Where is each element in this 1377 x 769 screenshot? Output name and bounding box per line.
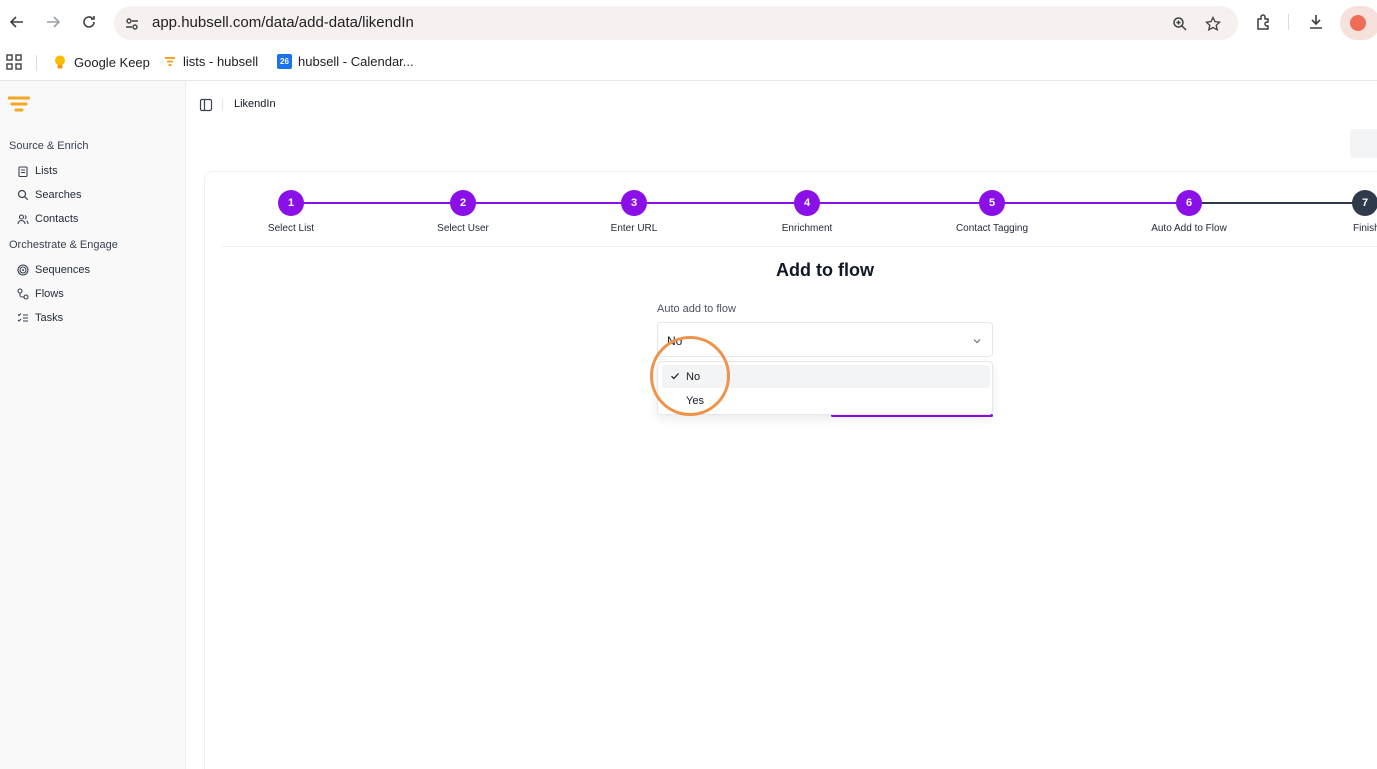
arrow-left-icon	[9, 16, 23, 28]
step-4-label: Enrichment	[781, 223, 833, 234]
search-icon	[17, 189, 29, 201]
section-title-source-enrich: Source & Enrich	[9, 140, 89, 152]
calendar-icon: 26	[277, 54, 292, 69]
bookmark-google-keep[interactable]: Google Keep	[52, 54, 150, 70]
step-7-label: Finish	[1353, 223, 1377, 234]
bookmarks-separator	[36, 55, 37, 71]
toolbar-separator	[1288, 14, 1289, 30]
zoom-icon[interactable]	[1171, 15, 1189, 33]
sidebar-item-tasks[interactable]: Tasks	[17, 312, 63, 324]
browser-toolbar: app.hubsell.com/data/add-data/likendIn	[0, 0, 1377, 44]
arrow-right-icon	[47, 16, 61, 28]
bookmark-hubsell-calendar[interactable]: 26 hubsell - Calendar...	[277, 54, 414, 69]
step-1-label: Select List	[267, 223, 315, 234]
step-2-label: Select User	[437, 223, 489, 234]
check-icon	[671, 373, 679, 380]
auto-add-flow-select[interactable]: No	[657, 322, 993, 357]
page-title: Add to flow	[776, 260, 874, 280]
downloads-icon[interactable]	[1306, 12, 1326, 32]
step-4-circle[interactable]: 4	[794, 190, 820, 216]
step-5-label: Contact Tagging	[955, 223, 1029, 234]
auto-add-flow-label: Auto add to flow	[657, 303, 736, 315]
keep-bulb-icon	[55, 55, 65, 69]
sidebar-item-searches[interactable]: Searches	[17, 189, 81, 201]
profile-button[interactable]	[1340, 6, 1377, 40]
sidebar-item-contacts[interactable]: Contacts	[17, 213, 78, 225]
site-settings-icon[interactable]	[123, 15, 141, 33]
avatar	[1350, 15, 1366, 31]
clipboard-icon	[18, 166, 28, 177]
header-action-button[interactable]	[1350, 129, 1377, 158]
forward-button[interactable]	[43, 12, 63, 32]
sidebar-toggle-icon[interactable]	[199, 98, 213, 112]
reload-icon	[83, 16, 95, 28]
sidebar-item-flows[interactable]: Flows	[17, 288, 64, 300]
step-6-circle[interactable]: 6	[1176, 190, 1202, 216]
bookmarks-bar: Google Keep lists - hubsell 26 hubsell -…	[0, 44, 1377, 81]
apps-grid-icon[interactable]	[6, 54, 22, 70]
stepper-progress-line	[291, 202, 1189, 204]
breadcrumb-separator	[222, 99, 223, 111]
extensions-icon[interactable]	[1254, 12, 1274, 32]
tasks-icon	[17, 313, 28, 322]
url-text[interactable]: app.hubsell.com/data/add-data/likendIn	[152, 14, 414, 31]
sidebar-item-lists[interactable]: Lists	[17, 165, 58, 177]
bookmark-star-icon[interactable]	[1204, 15, 1222, 33]
sidebar: Source & Enrich Lists Searches Contacts …	[0, 81, 186, 769]
dropdown-menu: No Yes	[657, 361, 993, 415]
breadcrumb[interactable]: LikendIn	[234, 98, 276, 110]
stepper-remaining-line	[1189, 202, 1377, 204]
step-7-circle[interactable]: 7	[1352, 190, 1377, 216]
option-no[interactable]: No	[662, 365, 990, 388]
back-button[interactable]	[7, 12, 27, 32]
flow-icon	[17, 288, 29, 300]
select-value: No	[667, 334, 683, 348]
step-2-circle[interactable]: 2	[450, 190, 476, 216]
step-3-label: Enter URL	[610, 223, 658, 234]
chevron-down-icon	[973, 339, 981, 344]
step-1-circle[interactable]: 1	[278, 190, 304, 216]
reload-button[interactable]	[79, 12, 99, 32]
option-yes[interactable]: Yes	[662, 389, 990, 412]
users-icon	[17, 214, 29, 225]
stepper-divider	[222, 246, 1377, 247]
address-bar[interactable]: app.hubsell.com/data/add-data/likendIn	[114, 6, 1238, 40]
section-title-orchestrate-engage: Orchestrate & Engage	[9, 239, 118, 251]
step-5-circle[interactable]: 5	[979, 190, 1005, 216]
hubsell-logo-icon[interactable]	[8, 96, 30, 114]
hubsell-funnel-icon	[165, 56, 175, 66]
step-3-circle[interactable]: 3	[621, 190, 647, 216]
step-6-label: Auto Add to Flow	[1151, 223, 1227, 234]
bookmark-lists-hubsell[interactable]: lists - hubsell	[163, 54, 258, 69]
